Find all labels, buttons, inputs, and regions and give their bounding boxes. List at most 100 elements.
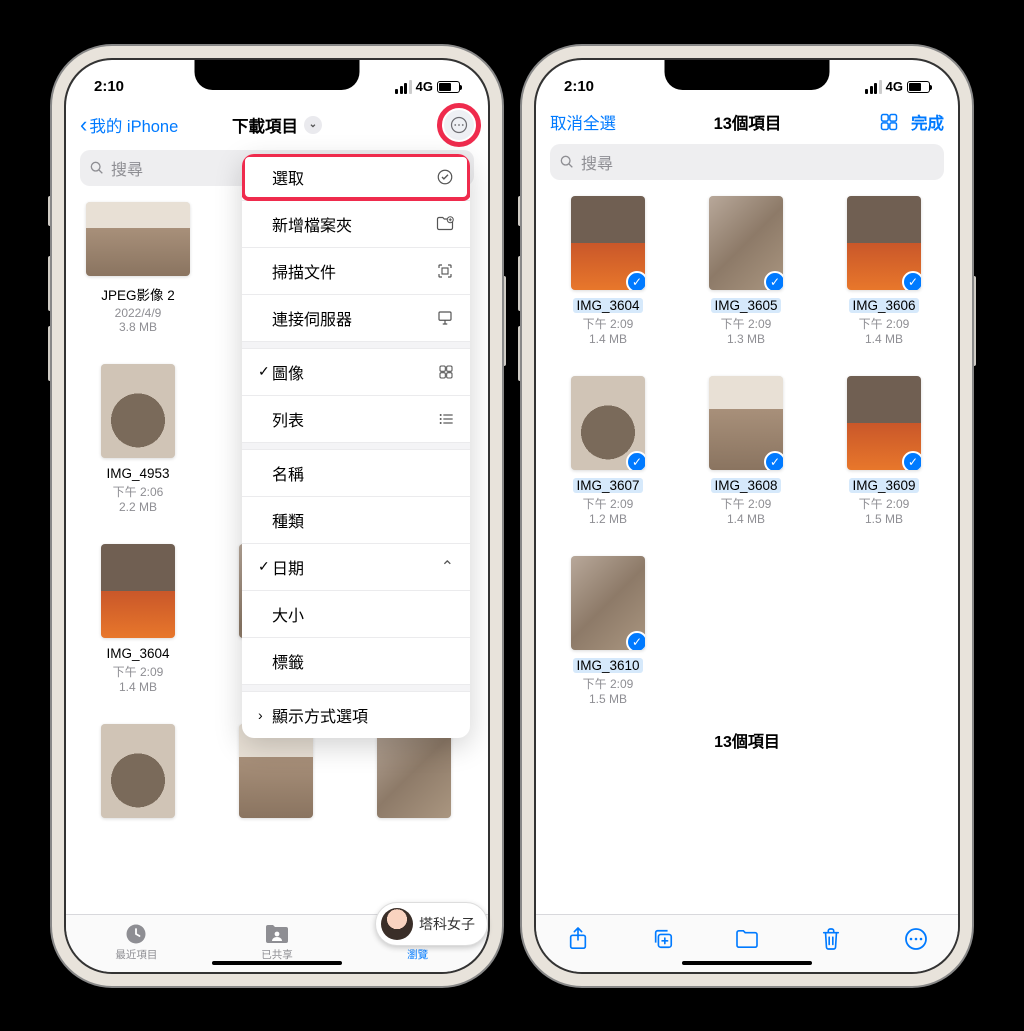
phone-left: 2:10 4G ‹ 我的 iPhone 下載項目 ⌄: [52, 46, 502, 986]
trash-icon: [821, 927, 841, 951]
menu-separator: [242, 685, 470, 692]
deselect-all-button[interactable]: 取消全選: [550, 110, 616, 134]
tab-label: 最近項目: [115, 947, 157, 962]
file-item[interactable]: ✓ IMG_3610 下午 2:09 1.5 MB: [556, 556, 660, 706]
menu-view-list[interactable]: 列表: [242, 396, 470, 443]
file-item[interactable]: ✓ IMG_3606 下午 2:09 1.4 MB: [832, 196, 936, 346]
shared-folder-icon: [264, 922, 290, 945]
file-item[interactable]: ✓ IMG_3609 下午 2:09 1.5 MB: [832, 376, 936, 526]
file-item[interactable]: ✓ IMG_3604 下午 2:09 1.4 MB: [556, 196, 660, 346]
file-item[interactable]: JPEG影像 2 2022/4/9 3.8 MB: [86, 202, 190, 334]
power-button: [972, 276, 976, 366]
file-name: IMG_3604: [106, 646, 169, 661]
menu-sort-tags[interactable]: 標籤: [242, 638, 470, 685]
menu-display-options[interactable]: ›顯示方式選項: [242, 692, 470, 738]
menu-sort-name[interactable]: 名稱: [242, 450, 470, 497]
menu-new-folder[interactable]: 新增檔案夾: [242, 201, 470, 248]
back-label: 我的 iPhone: [89, 113, 178, 137]
file-item[interactable]: ✓ IMG_3605 下午 2:09 1.3 MB: [694, 196, 798, 346]
menu-select[interactable]: 選取: [242, 154, 470, 201]
search-placeholder: 搜尋: [581, 150, 613, 174]
menu-scan[interactable]: 掃描文件: [242, 248, 470, 295]
file-date: 下午 2:09: [583, 315, 634, 332]
file-item[interactable]: [86, 724, 190, 818]
file-date: 2022/4/9: [115, 306, 162, 320]
file-name: IMG_3605: [711, 298, 780, 313]
file-name: IMG_3606: [849, 298, 918, 313]
tab-label: 瀏覽: [407, 947, 428, 962]
grid-icon: [438, 364, 454, 380]
menu-label: 大小: [272, 602, 454, 626]
menu-sort-size[interactable]: 大小: [242, 591, 470, 638]
chevron-down-icon: ⌄: [304, 116, 322, 134]
menu-label: 選取: [272, 165, 436, 189]
server-icon: [436, 309, 454, 327]
watermark-avatar-icon: [381, 908, 413, 940]
duplicate-button[interactable]: [641, 921, 685, 957]
move-button[interactable]: [725, 921, 769, 957]
search-input[interactable]: 搜尋: [550, 144, 944, 180]
file-name: IMG_4953: [106, 466, 169, 481]
search-wrap: 搜尋: [536, 144, 958, 186]
file-date: 下午 2:09: [113, 663, 164, 680]
file-item[interactable]: [224, 724, 328, 818]
home-indicator[interactable]: [212, 961, 342, 965]
ellipsis-circle-icon: [904, 927, 928, 951]
file-date: 下午 2:09: [859, 495, 910, 512]
file-size: 1.5 MB: [589, 692, 627, 706]
nav-title[interactable]: 下載項目 ⌄: [232, 113, 322, 137]
tab-recents[interactable]: 最近項目: [66, 915, 207, 964]
file-size: 1.4 MB: [727, 512, 765, 526]
power-button: [502, 276, 506, 366]
check-circle-icon: [436, 168, 454, 186]
phone-right: 2:10 4G 取消全選 13個項目 完成 搜尋: [522, 46, 972, 986]
menu-connect-server[interactable]: 連接伺服器: [242, 295, 470, 342]
file-size: 1.4 MB: [119, 680, 157, 694]
file-item[interactable]: IMG_4953 下午 2:06 2.2 MB: [86, 364, 190, 514]
share-button[interactable]: [556, 921, 600, 957]
back-button[interactable]: ‹ 我的 iPhone: [80, 113, 178, 137]
nav-title: 13個項目: [714, 110, 782, 134]
file-item[interactable]: ✓ IMG_3608 下午 2:09 1.4 MB: [694, 376, 798, 526]
more-button[interactable]: [894, 921, 938, 957]
folder-icon: [735, 929, 759, 949]
file-date: 下午 2:09: [583, 675, 634, 692]
selected-check-icon: ✓: [626, 271, 645, 290]
delete-button[interactable]: [809, 921, 853, 957]
file-name: IMG_3610: [573, 658, 642, 673]
done-button[interactable]: 完成: [911, 110, 944, 134]
file-name: IMG_3607: [573, 478, 642, 493]
home-indicator[interactable]: [682, 961, 812, 965]
status-time: 2:10: [564, 78, 594, 95]
chevron-left-icon: ‹: [80, 114, 87, 136]
view-toggle-button[interactable]: [879, 112, 899, 132]
file-item[interactable]: IMG_3604 下午 2:09 1.4 MB: [86, 544, 190, 694]
clock-icon: [123, 922, 149, 945]
phone-screen-left: 2:10 4G ‹ 我的 iPhone 下載項目 ⌄: [66, 60, 488, 972]
tab-shared[interactable]: 已共享: [207, 915, 348, 964]
file-size: 1.4 MB: [865, 332, 903, 346]
file-item[interactable]: [362, 724, 466, 818]
duplicate-icon: [652, 928, 674, 950]
selected-check-icon: ✓: [902, 271, 921, 290]
scan-icon: [436, 262, 454, 280]
menu-view-icons[interactable]: ✓圖像: [242, 349, 470, 396]
file-name: JPEG影像 2: [101, 284, 175, 304]
search-icon: [559, 154, 575, 170]
battery-icon: [437, 81, 460, 93]
item-count: 13個項目: [556, 706, 938, 766]
selected-check-icon: ✓: [626, 631, 645, 650]
file-item[interactable]: ✓ IMG_3607 下午 2:09 1.2 MB: [556, 376, 660, 526]
watermark-text: 塔科女子: [419, 914, 475, 934]
file-size: 1.4 MB: [589, 332, 627, 346]
menu-sort-kind[interactable]: 種類: [242, 497, 470, 544]
menu-sort-date[interactable]: ✓日期 ⌃: [242, 544, 470, 591]
menu-label: 列表: [272, 407, 438, 431]
menu-label: 新增檔案夾: [272, 212, 436, 236]
more-button[interactable]: [444, 110, 474, 140]
network-label: 4G: [416, 79, 433, 94]
file-grid[interactable]: ✓ IMG_3604 下午 2:09 1.4 MB ✓ IMG_3605 下午 …: [536, 186, 958, 914]
watermark: 塔科女子: [375, 902, 488, 946]
list-icon: [438, 412, 454, 426]
chevron-up-icon: ⌃: [441, 557, 454, 577]
